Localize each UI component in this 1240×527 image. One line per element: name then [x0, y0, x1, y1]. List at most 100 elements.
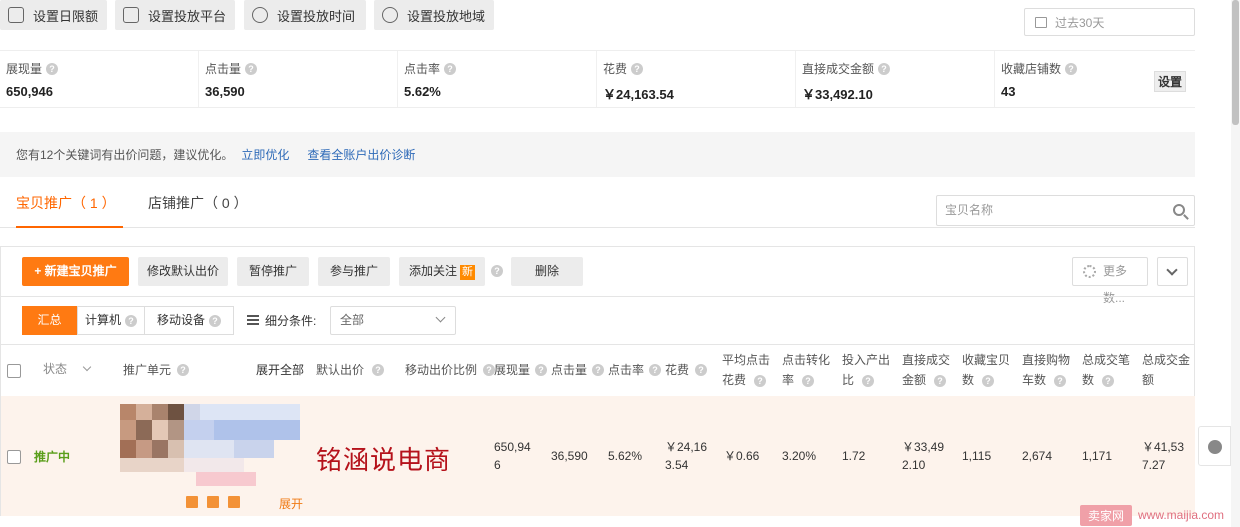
product-thumbnail[interactable]: [120, 404, 300, 486]
account-bid-diagnosis-link[interactable]: 查看全账户出价诊断: [307, 146, 415, 163]
set-region-button[interactable]: 设置投放地域: [374, 0, 494, 30]
select-all-checkbox[interactable]: [7, 364, 21, 378]
cvr-header-line2: 率: [782, 373, 795, 387]
expand-all-link[interactable]: 展开全部: [256, 360, 304, 380]
direct-amount-value-line2: 2.10: [902, 458, 926, 472]
help-icon[interactable]: ?: [177, 364, 189, 376]
brand-box: 卖家网: [1080, 504, 1133, 526]
help-icon[interactable]: ?: [125, 315, 137, 327]
help-icon[interactable]: ?: [695, 364, 707, 376]
join-promotion-button[interactable]: 参与推广: [318, 257, 390, 286]
impressions-value: 650,94: [494, 440, 531, 454]
metric-ctr: 点击率? 5.62%: [398, 51, 597, 107]
metric-value: 650,946: [6, 84, 53, 99]
segment-computer[interactable]: 计算机?: [77, 306, 145, 335]
status-header[interactable]: 状态: [43, 359, 67, 379]
help-icon[interactable]: ?: [1102, 375, 1114, 387]
fav-item-header-line2: 数: [962, 373, 975, 387]
delete-button[interactable]: 删除: [511, 257, 583, 286]
cart-header[interactable]: 直接购物: [1022, 350, 1070, 370]
roi-header[interactable]: 投入产出: [842, 350, 890, 370]
metric-shop-favorites: 收藏店铺数? 43 设置: [995, 51, 1194, 107]
direct-amount-header[interactable]: 直接成交: [902, 350, 950, 370]
metric-label: 直接成交金额: [802, 62, 875, 76]
watermark-text: 铭涵说电商: [316, 446, 452, 476]
help-icon[interactable]: ?: [245, 62, 258, 75]
help-icon[interactable]: ?: [491, 265, 503, 277]
metric-value: ￥33,492.10: [802, 87, 873, 102]
help-icon[interactable]: ?: [982, 375, 994, 387]
help-icon[interactable]: ?: [1065, 62, 1078, 75]
unit-header: 推广单元: [123, 363, 172, 377]
help-icon[interactable]: ?: [934, 375, 946, 387]
copy-icon[interactable]: [207, 496, 219, 508]
pause-promotion-button[interactable]: 暂停推广: [237, 257, 309, 286]
clicks-value: 36,590: [551, 449, 588, 463]
help-icon[interactable]: ?: [878, 62, 891, 75]
side-float-button[interactable]: [1198, 426, 1231, 466]
metric-label: 展现量: [6, 62, 43, 76]
date-range-picker[interactable]: 过去30天: [1024, 8, 1195, 36]
metric-value: 5.62%: [404, 84, 441, 99]
fav-item-header[interactable]: 收藏宝贝: [962, 350, 1010, 370]
segment-summary[interactable]: 汇总: [22, 306, 77, 335]
table-row[interactable]: 推广中 650,94 6 36,590 5.62% ￥24,16 3.54 ￥0…: [0, 396, 1195, 516]
help-icon[interactable]: ?: [802, 375, 814, 387]
help-icon[interactable]: ?: [1054, 375, 1066, 387]
row-checkbox[interactable]: [7, 450, 21, 464]
metric-impressions: 展现量? 650,946: [0, 51, 199, 107]
help-icon[interactable]: ?: [862, 375, 874, 387]
segment-mobile[interactable]: 移动设备?: [144, 306, 234, 335]
roi-value: 1.72: [842, 449, 866, 463]
modify-default-bid-button[interactable]: 修改默认出价: [138, 257, 228, 286]
ctr-header[interactable]: 点击率: [608, 360, 644, 380]
clicks-header[interactable]: 点击量: [551, 360, 587, 380]
set-daily-limit-button[interactable]: 设置日限额: [0, 0, 107, 30]
metric-label: 点击量: [205, 62, 242, 76]
trash-icon[interactable]: [228, 496, 240, 508]
condition-value: 全部: [340, 313, 365, 327]
chevron-down-icon: [435, 312, 446, 323]
condition-label: 细分条件:: [265, 314, 317, 328]
tab-item-promotion[interactable]: 宝贝推广（ 1 ）: [16, 180, 123, 228]
help-icon[interactable]: ?: [592, 364, 604, 376]
cost-value: ￥24,16: [665, 440, 708, 454]
chevron-down-icon[interactable]: [82, 362, 92, 372]
help-icon[interactable]: ?: [535, 364, 547, 376]
help-icon[interactable]: ?: [631, 62, 644, 75]
scrollbar-thumb[interactable]: [1232, 0, 1239, 125]
help-icon[interactable]: ?: [209, 315, 221, 327]
cvr-header[interactable]: 点击转化: [782, 350, 830, 370]
help-icon[interactable]: ?: [372, 364, 384, 376]
optimize-now-link[interactable]: 立即优化: [241, 146, 289, 163]
metric-value: 36,590: [205, 84, 245, 99]
pause-icon[interactable]: [186, 496, 198, 508]
gear-icon: [1083, 265, 1096, 278]
metrics-settings-button[interactable]: 设置: [1153, 71, 1186, 92]
condition-select[interactable]: 全部: [330, 306, 456, 335]
collapse-toggle-button[interactable]: [1157, 257, 1188, 286]
avg-cpc-header[interactable]: 平均点击: [722, 350, 770, 370]
add-follow-button[interactable]: 添加关注新: [399, 257, 485, 286]
set-platform-button[interactable]: 设置投放平台: [115, 0, 235, 30]
cost-header[interactable]: 花费: [665, 360, 689, 380]
new-item-promotion-button[interactable]: + 新建宝贝推广: [22, 257, 129, 286]
orders-header[interactable]: 总成交笔: [1082, 350, 1130, 370]
help-icon[interactable]: ?: [649, 364, 661, 376]
more-data-button[interactable]: 更多数...: [1072, 257, 1148, 305]
table-header: 状态 推广单元 ? 展开全部 默认出价 ? 移动出价比例 ? 展现量 ? 点击量…: [0, 344, 1195, 396]
impressions-value-line2: 6: [494, 458, 501, 472]
item-search-input[interactable]: 宝贝名称: [936, 195, 1195, 226]
row-expand-link[interactable]: 展开: [279, 495, 303, 512]
impressions-header[interactable]: 展现量: [494, 360, 530, 380]
search-icon[interactable]: [1173, 204, 1185, 216]
set-daily-limit-label: 设置日限额: [33, 8, 99, 24]
tab-shop-promotion[interactable]: 店铺推广（ 0 ）: [148, 180, 248, 228]
segment-computer-label: 计算机: [84, 313, 121, 327]
total-amount-header[interactable]: 总成交金: [1142, 350, 1190, 370]
bid-notice-bar: 您有12个关键词有出价问题，建议优化。 立即优化 查看全账户出价诊断: [0, 132, 1195, 177]
set-time-button[interactable]: 设置投放时间: [244, 0, 366, 30]
help-icon[interactable]: ?: [444, 62, 457, 75]
help-icon[interactable]: ?: [46, 62, 59, 75]
help-icon[interactable]: ?: [754, 375, 766, 387]
